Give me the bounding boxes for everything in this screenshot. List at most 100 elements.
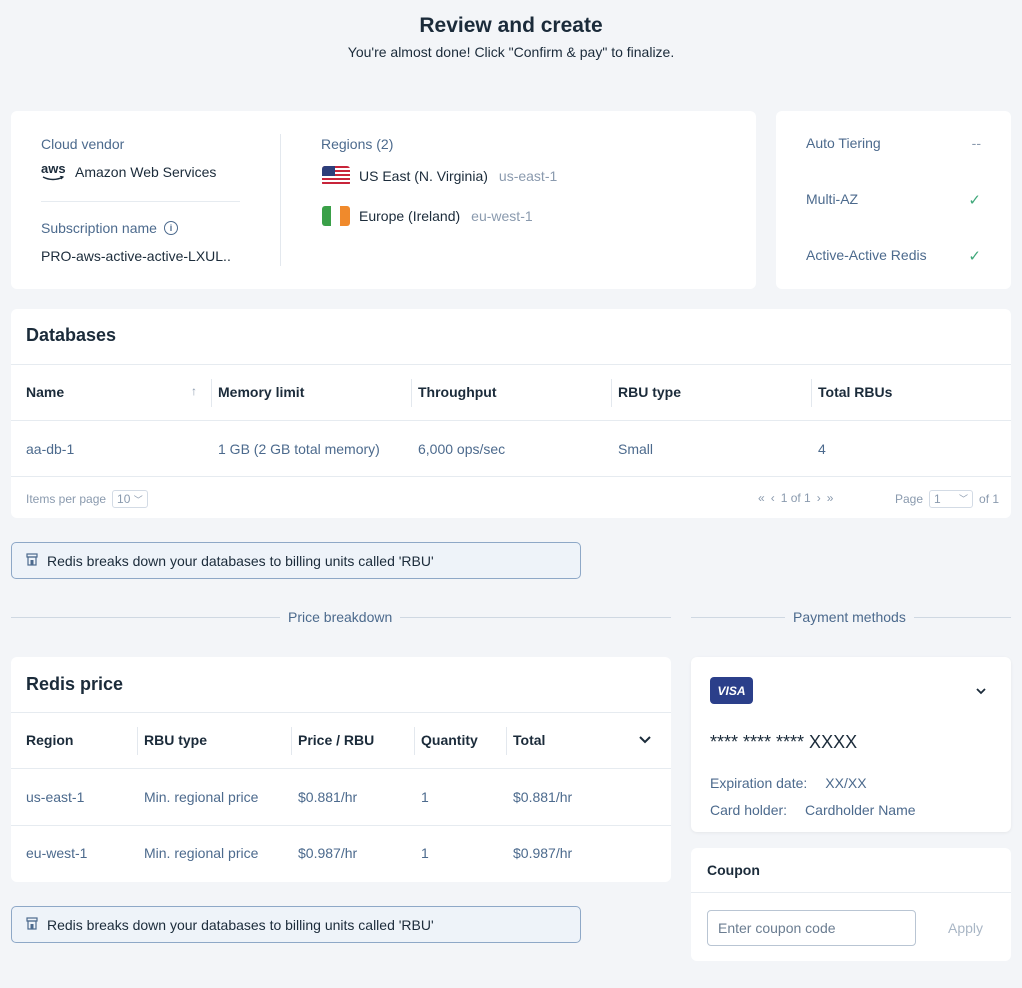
page-total: of 1 — [979, 492, 1000, 506]
column-header-rbu-type[interactable]: RBU type — [144, 732, 207, 748]
feature-active-active: Active-Active Redis ✓ — [806, 247, 981, 265]
cell-region: eu-west-1 — [26, 845, 88, 861]
divider — [11, 420, 1011, 421]
cell-region: us-east-1 — [26, 789, 85, 805]
column-header-memory[interactable]: Memory limit — [218, 384, 304, 400]
divider — [211, 379, 212, 407]
column-header-total-rbus[interactable]: Total RBUs — [818, 384, 892, 400]
divider — [506, 727, 507, 755]
sort-ascending-icon[interactable]: ↑ — [191, 384, 197, 398]
feature-label: Auto Tiering — [806, 135, 881, 151]
coupon-title: Coupon — [707, 862, 760, 878]
page-subtitle: You're almost done! Click "Confirm & pay… — [347, 44, 675, 60]
holder-label: Card holder: — [710, 802, 788, 818]
expiration-value: XX/XX — [825, 775, 867, 791]
rbu-info-banner: Redis breaks down your databases to bill… — [11, 906, 581, 943]
page-selector: Page 1 ﹀ of 1 — [895, 490, 999, 508]
feature-auto-tiering: Auto Tiering -- — [806, 135, 981, 151]
subscription-summary-card: Cloud vendor aws Amazon Web Services Sub… — [11, 111, 756, 289]
pagination-controls: « ‹ 1 of 1 › » — [758, 491, 833, 505]
first-page-icon[interactable]: « — [758, 491, 765, 505]
divider — [280, 134, 281, 266]
cell-throughput: 6,000 ops/sec — [418, 441, 506, 457]
ireland-flag-icon — [322, 206, 350, 226]
coupon-card: Coupon Apply — [691, 848, 1011, 961]
card-expiration: Expiration date: XX/XX — [710, 775, 867, 791]
divider — [691, 892, 1011, 893]
price-breakdown-label: Price breakdown — [280, 609, 401, 625]
payment-methods-label: Payment methods — [785, 609, 914, 625]
pagination-range: 1 of 1 — [780, 491, 811, 505]
cloud-vendor-label: Cloud vendor — [41, 136, 125, 152]
chevron-down-icon: ﹀ — [959, 494, 969, 504]
card-number: **** **** **** XXXX — [710, 732, 858, 752]
chevron-down-icon[interactable] — [975, 684, 987, 702]
divider — [811, 379, 812, 407]
chevron-down-icon[interactable] — [638, 732, 652, 751]
last-page-icon[interactable]: » — [827, 491, 834, 505]
regions-label: Regions (2) — [321, 136, 394, 152]
column-header-rbu-type[interactable]: RBU type — [618, 384, 681, 400]
info-icon[interactable]: i — [163, 221, 178, 235]
region-code: us-east-1 — [498, 168, 558, 184]
column-header-quantity[interactable]: Quantity — [421, 732, 478, 748]
divider — [11, 364, 1011, 365]
feature-label: Multi-AZ — [806, 191, 859, 207]
cell-price-rbu: $0.987/hr — [298, 845, 358, 861]
visa-logo-icon: VISA — [710, 677, 753, 704]
column-header-total[interactable]: Total — [513, 732, 545, 748]
items-per-page: Items per page 10 ﹀ — [26, 490, 148, 508]
divider — [11, 712, 671, 713]
cell-total: $0.881/hr — [513, 789, 573, 805]
databases-title: Databases — [26, 325, 117, 345]
divider — [11, 476, 1011, 477]
divider — [291, 727, 292, 755]
databases-card: Databases Name ↑ Memory limit Throughput… — [11, 309, 1011, 518]
aws-logo-icon: aws — [41, 161, 66, 181]
items-per-page-select[interactable]: 10 ﹀ — [112, 490, 148, 508]
redis-price-title: Redis price — [26, 674, 124, 694]
region-code: eu-west-1 — [471, 208, 533, 224]
divider — [11, 768, 671, 769]
prev-page-icon[interactable]: ‹ — [771, 491, 775, 505]
cell-total: $0.987/hr — [513, 845, 573, 861]
banner-text: Redis breaks down your databases to bill… — [47, 916, 434, 933]
subscription-name: PRO-aws-active-active-LXUL.. — [41, 248, 231, 264]
region-item: Europe (Ireland) eu-west-1 — [322, 206, 533, 226]
store-icon — [26, 552, 38, 569]
page-label: Page — [895, 492, 924, 506]
items-per-page-label: Items per page — [26, 492, 107, 506]
card-holder: Card holder: Cardholder Name — [710, 802, 916, 818]
column-header-throughput[interactable]: Throughput — [418, 384, 497, 400]
cell-quantity: 1 — [421, 789, 429, 805]
cell-rbu-type: Small — [618, 441, 654, 457]
column-header-price-rbu[interactable]: Price / RBU — [298, 732, 374, 748]
column-header-region[interactable]: Region — [26, 732, 73, 748]
store-icon — [26, 916, 38, 933]
region-item: US East (N. Virginia) us-east-1 — [322, 166, 557, 186]
page-select[interactable]: 1 ﹀ — [929, 490, 974, 508]
cell-quantity: 1 — [421, 845, 429, 861]
feature-value: -- — [971, 135, 981, 151]
column-header-name[interactable]: Name — [26, 384, 64, 400]
divider — [137, 727, 138, 755]
divider — [411, 379, 412, 407]
cloud-vendor-name: Amazon Web Services — [75, 164, 217, 180]
feature-label: Active-Active Redis — [806, 247, 927, 263]
coupon-input[interactable] — [707, 910, 916, 946]
chevron-down-icon: ﹀ — [133, 495, 143, 505]
feature-multi-az: Multi-AZ ✓ — [806, 191, 981, 209]
next-page-icon[interactable]: › — [817, 491, 821, 505]
cell-total-rbus: 4 — [818, 441, 826, 457]
divider — [611, 379, 612, 407]
apply-button[interactable]: Apply — [948, 920, 983, 936]
holder-value: Cardholder Name — [805, 802, 916, 818]
features-card: Auto Tiering -- Multi-AZ ✓ Active-Active… — [776, 111, 1011, 289]
region-name: US East (N. Virginia) — [359, 168, 488, 184]
check-icon: ✓ — [968, 192, 981, 209]
divider — [11, 825, 671, 826]
payment-method-card[interactable]: VISA **** **** **** XXXX Expiration date… — [691, 657, 1011, 832]
region-name: Europe (Ireland) — [359, 208, 461, 224]
divider — [41, 201, 240, 202]
check-icon: ✓ — [968, 248, 981, 265]
